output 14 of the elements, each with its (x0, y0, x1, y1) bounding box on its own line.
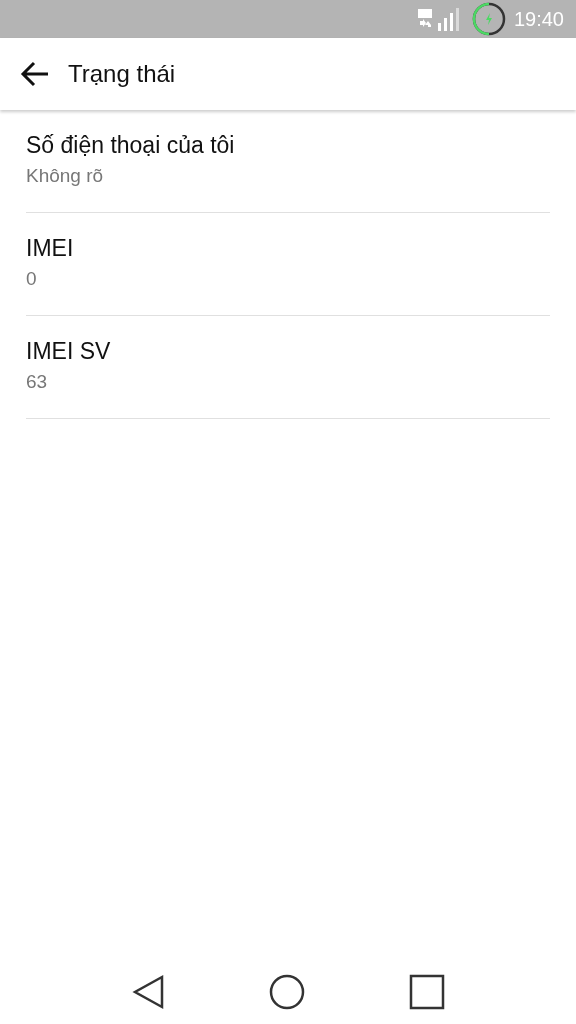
back-arrow-icon (20, 61, 50, 87)
setting-value: 63 (26, 370, 49, 393)
setting-value: 0 (26, 267, 38, 290)
back-button[interactable] (20, 61, 50, 87)
screen-title: Trạng thái (68, 60, 176, 88)
recents-button[interactable] (409, 974, 445, 1010)
battery-charging-icon (471, 2, 506, 36)
home-button[interactable] (269, 974, 305, 1010)
setting-title: IMEI SV (26, 337, 112, 365)
setting-title: IMEI (26, 234, 75, 262)
back-nav-button[interactable] (131, 974, 165, 1010)
clock-time: 19:40 (513, 7, 564, 31)
setting-value: Không rõ (26, 164, 105, 187)
setting-title: Số điện thoại của tôi (26, 131, 236, 159)
